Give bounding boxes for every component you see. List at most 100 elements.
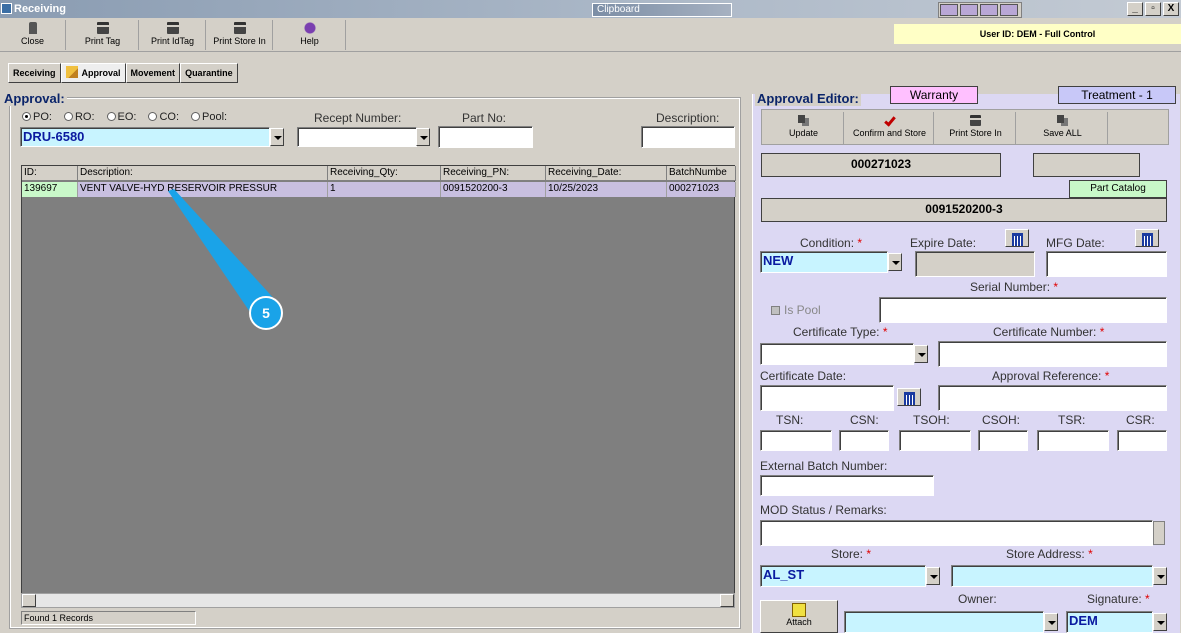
- external-batch-input[interactable]: [760, 475, 934, 496]
- csr-input[interactable]: [1117, 430, 1167, 451]
- is-pool-checkbox[interactable]: Is Pool: [771, 303, 821, 317]
- callout-annotation: 5: [168, 189, 283, 330]
- tile-icon[interactable]: [980, 4, 998, 16]
- radio-pool[interactable]: Pool:: [191, 111, 227, 123]
- mod-status-label: MOD Status / Remarks:: [760, 503, 887, 517]
- print-store-in-button[interactable]: Print Store In: [207, 20, 273, 50]
- radio-eo[interactable]: EO:: [106, 111, 136, 123]
- signature-select[interactable]: DEM: [1066, 611, 1153, 633]
- approval-editor-legend: Approval Editor:: [755, 91, 861, 106]
- tsn-input[interactable]: [760, 430, 832, 451]
- expire-date-label: Expire Date:: [910, 236, 977, 250]
- tsoh-input[interactable]: [899, 430, 971, 451]
- owner-dropdown-button[interactable]: [1044, 613, 1058, 631]
- printer-icon: [166, 22, 179, 34]
- printer-icon: [96, 22, 109, 34]
- signature-dropdown-button[interactable]: [1153, 613, 1167, 631]
- store-select[interactable]: AL_ST: [760, 565, 926, 587]
- tab-movement[interactable]: Movement: [125, 63, 181, 83]
- scroll-right-button[interactable]: [720, 594, 734, 607]
- col-header-description[interactable]: Description:: [78, 166, 328, 181]
- part-catalog-button[interactable]: Part Catalog: [1069, 180, 1167, 198]
- mod-status-textarea[interactable]: [760, 520, 1153, 546]
- clipboard-bar[interactable]: Clipboard: [592, 3, 732, 17]
- print-tag-button[interactable]: Print Tag: [67, 20, 139, 50]
- expire-date-input[interactable]: [915, 251, 1035, 277]
- recept-number-label: Recept Number:: [314, 111, 402, 125]
- update-button[interactable]: Update: [764, 112, 844, 144]
- callout-number: 5: [262, 305, 270, 321]
- table-row[interactable]: 139697 VENT VALVE-HYD RESERVOIR PRESSUR …: [22, 182, 736, 197]
- certificate-date-label: Certificate Date:: [760, 369, 847, 383]
- warranty-button[interactable]: Warranty: [890, 86, 978, 104]
- app-icon: [1, 3, 12, 14]
- certificate-type-dropdown-button[interactable]: [914, 345, 928, 363]
- radio-ro[interactable]: RO:: [63, 111, 95, 123]
- quick-icons: [938, 2, 1022, 18]
- store-label: Store: *: [831, 547, 872, 561]
- scroll-left-button[interactable]: [22, 594, 36, 607]
- confirm-store-button[interactable]: Confirm and Store: [846, 112, 934, 144]
- recept-dropdown-button[interactable]: [416, 128, 430, 146]
- part-no-input[interactable]: [438, 126, 533, 148]
- records-grid: ID: Description: Receiving_Qty: Receivin…: [21, 165, 736, 608]
- external-batch-label: External Batch Number:: [760, 459, 888, 473]
- po-dropdown-button[interactable]: [270, 128, 284, 146]
- certificate-date-input[interactable]: [760, 385, 894, 411]
- window-icon[interactable]: [940, 4, 958, 16]
- attach-button[interactable]: Attach: [760, 600, 838, 633]
- col-header-id[interactable]: ID:: [22, 166, 78, 181]
- expire-calendar-button[interactable]: [1005, 229, 1029, 247]
- store-dropdown-button[interactable]: [926, 567, 940, 585]
- owner-select[interactable]: [844, 611, 1044, 633]
- approval-reference-input[interactable]: [938, 385, 1167, 411]
- checkmark-icon: [883, 114, 896, 127]
- csoh-label: CSOH:: [982, 413, 1021, 427]
- mfg-calendar-button[interactable]: [1135, 229, 1159, 247]
- treatment-tab[interactable]: Treatment - 1: [1058, 86, 1176, 104]
- serial-number-input[interactable]: [879, 297, 1167, 323]
- user-id-banner: User ID: DEM - Full Control: [894, 24, 1181, 44]
- po-number-select[interactable]: DRU-6580: [20, 127, 270, 147]
- print-store-in-editor-button[interactable]: Print Store In: [936, 112, 1016, 144]
- certificate-type-select[interactable]: [760, 343, 914, 365]
- close-window-button[interactable]: X: [1163, 2, 1179, 16]
- tab-approval[interactable]: Approval: [60, 63, 126, 83]
- mod-status-scrollbar[interactable]: [1153, 521, 1165, 545]
- col-header-date[interactable]: Receiving_Date:: [546, 166, 667, 181]
- tsr-input[interactable]: [1037, 430, 1109, 451]
- store-address-select[interactable]: [951, 565, 1153, 587]
- col-header-pn[interactable]: Receiving_PN:: [441, 166, 546, 181]
- help-button[interactable]: Help: [274, 20, 346, 50]
- radio-co[interactable]: CO:: [148, 111, 179, 123]
- condition-dropdown-button[interactable]: [888, 253, 902, 271]
- horizontal-scrollbar[interactable]: [21, 593, 735, 608]
- minimize-button[interactable]: _: [1127, 2, 1143, 16]
- certificate-number-input[interactable]: [938, 341, 1167, 367]
- col-header-batch[interactable]: BatchNumbe: [667, 166, 736, 181]
- col-header-qty[interactable]: Receiving_Qty:: [328, 166, 441, 181]
- store-address-dropdown-button[interactable]: [1153, 567, 1167, 585]
- title-bar: Receiving Clipboard _ ▫ X: [0, 0, 1181, 18]
- description-input[interactable]: [641, 126, 735, 148]
- radio-po[interactable]: PO:: [22, 111, 52, 123]
- recept-number-select[interactable]: [297, 127, 417, 147]
- save-all-button[interactable]: Save ALL: [1018, 112, 1108, 144]
- cell-pn: 0091520200-3: [441, 182, 546, 197]
- print-idtag-button[interactable]: Print IdTag: [140, 20, 206, 50]
- csoh-input[interactable]: [978, 430, 1028, 451]
- mfg-date-input[interactable]: [1046, 251, 1167, 277]
- approval-reference-label: Approval Reference: *: [992, 369, 1110, 383]
- printer-icon: [233, 22, 246, 34]
- close-button[interactable]: Close: [0, 20, 66, 50]
- tab-quarantine[interactable]: Quarantine: [180, 63, 238, 83]
- certificate-date-calendar-button[interactable]: [897, 388, 921, 406]
- approval-legend: Approval:: [2, 91, 67, 106]
- maximize-button[interactable]: ▫: [1145, 2, 1161, 16]
- grid-icon[interactable]: [1000, 4, 1018, 16]
- tab-receiving[interactable]: Receiving: [8, 63, 61, 83]
- owner-label: Owner:: [958, 592, 997, 606]
- csn-input[interactable]: [839, 430, 889, 451]
- condition-select[interactable]: NEW: [760, 251, 888, 273]
- cascade-icon[interactable]: [960, 4, 978, 16]
